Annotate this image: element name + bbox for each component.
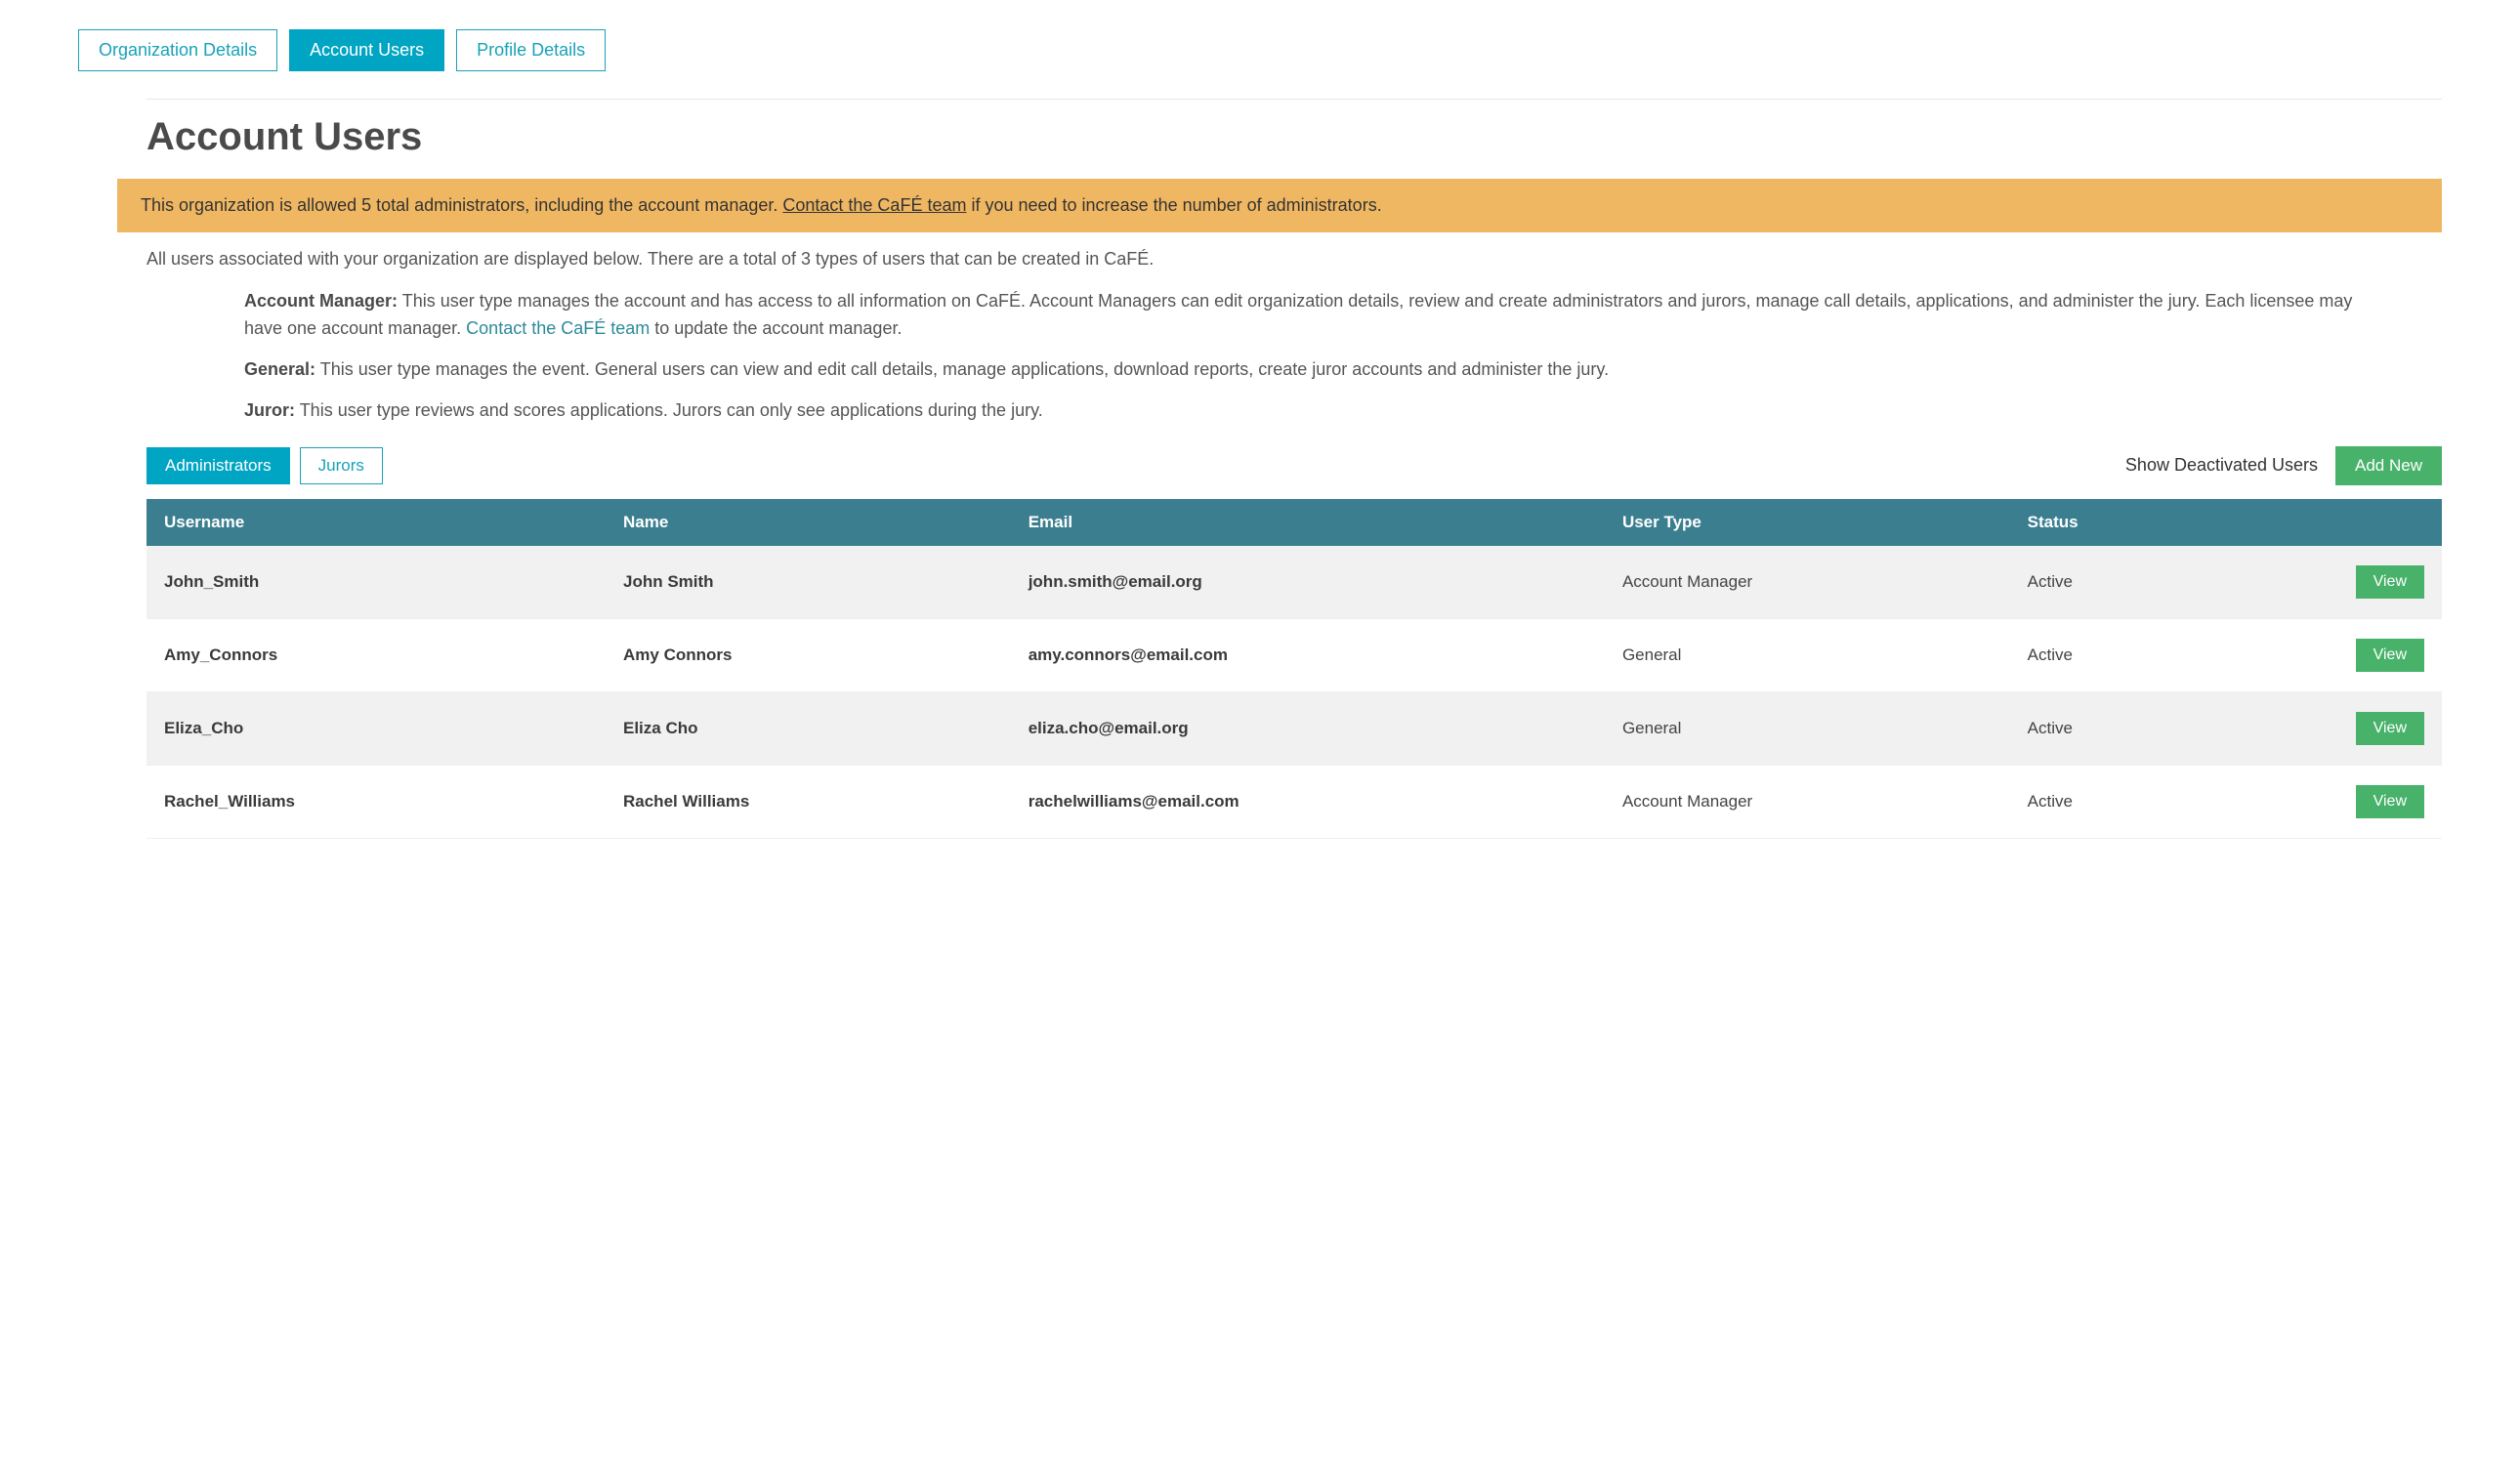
cell-username: Eliza_Cho [147,691,606,765]
content-area: Account Users This organization is allow… [78,99,2442,839]
view-button[interactable]: View [2356,712,2424,745]
cell-username: Rachel_Williams [147,765,606,838]
cell-status: Active [2010,765,2280,838]
contact-cafe-link[interactable]: Contact the CaFÉ team [466,318,650,338]
tab-account-users[interactable]: Account Users [289,29,444,71]
table-row: Rachel_WilliamsRachel Williamsrachelwill… [147,765,2442,838]
definition-text: This user type reviews and scores applic… [295,400,1043,420]
cell-status: Active [2010,618,2280,691]
cell-status: Active [2010,546,2280,619]
header-status[interactable]: Status [2010,499,2280,546]
cell-user-type: Account Manager [1605,546,2010,619]
cell-email: rachelwilliams@email.com [1011,765,1605,838]
main-tabs: Organization Details Account Users Profi… [78,29,2442,71]
view-button[interactable]: View [2356,565,2424,599]
user-type-sub-tabs: Administrators Jurors [147,447,383,484]
alert-text-before: This organization is allowed 5 total adm… [141,195,782,215]
header-email[interactable]: Email [1011,499,1605,546]
alert-contact-link[interactable]: Contact the CaFÉ team [782,195,966,215]
definition-juror: Juror: This user type reviews and scores… [244,397,2383,425]
definition-label: Juror: [244,400,295,420]
cell-username: Amy_Connors [147,618,606,691]
definition-general: General: This user type manages the even… [244,356,2383,384]
page-title: Account Users [147,99,2442,159]
definition-label: General: [244,359,315,379]
cell-action: View [2280,618,2442,691]
view-button[interactable]: View [2356,785,2424,818]
table-row: John_SmithJohn Smithjohn.smith@email.org… [147,546,2442,619]
cell-action: View [2280,691,2442,765]
admin-limit-alert: This organization is allowed 5 total adm… [117,179,2442,232]
header-user-type[interactable]: User Type [1605,499,2010,546]
definition-label: Account Manager: [244,291,398,311]
table-row: Amy_ConnorsAmy Connorsamy.connors@email.… [147,618,2442,691]
cell-action: View [2280,546,2442,619]
definition-text: This user type manages the event. Genera… [315,359,1609,379]
tab-organization-details[interactable]: Organization Details [78,29,277,71]
users-table: Username Name Email User Type Status Joh… [147,499,2442,839]
add-new-button[interactable]: Add New [2335,446,2442,485]
table-row: Eliza_ChoEliza Choeliza.cho@email.orgGen… [147,691,2442,765]
intro-text: All users associated with your organizat… [147,246,2442,272]
cell-username: John_Smith [147,546,606,619]
tab-profile-details[interactable]: Profile Details [456,29,606,71]
table-controls: Administrators Jurors Show Deactivated U… [147,446,2442,485]
header-action [2280,499,2442,546]
table-header: Username Name Email User Type Status [147,499,2442,546]
cell-name: Rachel Williams [606,765,1011,838]
cell-email: john.smith@email.org [1011,546,1605,619]
cell-name: Amy Connors [606,618,1011,691]
header-username[interactable]: Username [147,499,606,546]
cell-action: View [2280,765,2442,838]
cell-name: John Smith [606,546,1011,619]
cell-status: Active [2010,691,2280,765]
header-name[interactable]: Name [606,499,1011,546]
alert-text-after: if you need to increase the number of ad… [966,195,1381,215]
sub-tab-jurors[interactable]: Jurors [300,447,383,484]
user-type-definitions: Account Manager: This user type manages … [147,288,2442,425]
cell-user-type: Account Manager [1605,765,2010,838]
cell-user-type: General [1605,618,2010,691]
definition-account-manager: Account Manager: This user type manages … [244,288,2383,343]
view-button[interactable]: View [2356,639,2424,672]
cell-user-type: General [1605,691,2010,765]
cell-email: amy.connors@email.com [1011,618,1605,691]
show-deactivated-link[interactable]: Show Deactivated Users [2125,455,2318,476]
cell-name: Eliza Cho [606,691,1011,765]
cell-email: eliza.cho@email.org [1011,691,1605,765]
definition-text-after: to update the account manager. [650,318,902,338]
table-body: John_SmithJohn Smithjohn.smith@email.org… [147,546,2442,839]
sub-tab-administrators[interactable]: Administrators [147,447,290,484]
